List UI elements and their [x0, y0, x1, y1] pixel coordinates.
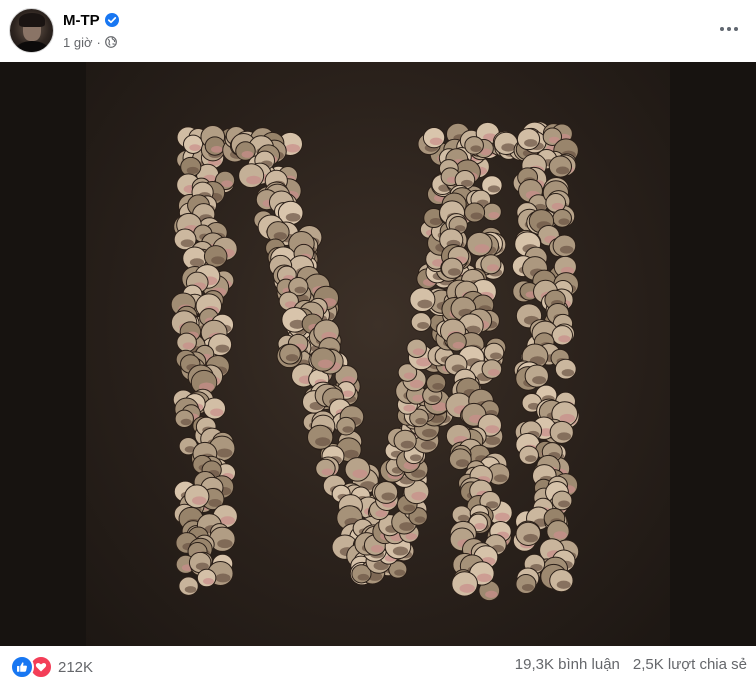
skull-shape — [524, 364, 549, 388]
reaction-count: 212K — [58, 658, 94, 676]
shares-count[interactable]: 2,5K lượt chia sẻ — [633, 656, 747, 673]
skull-shape — [182, 134, 204, 154]
skull-shape — [176, 332, 197, 353]
skull-shape — [466, 231, 493, 257]
skull-shape — [279, 343, 301, 365]
skull-shape — [406, 338, 427, 359]
skull-shape — [374, 481, 399, 504]
post-header: M-TP 1 giờ · — [0, 0, 756, 62]
post-timestamp[interactable]: 1 giờ — [63, 35, 93, 50]
avatar-hair — [19, 13, 45, 27]
skull-shape — [518, 445, 539, 465]
post-meta: 1 giờ · — [63, 33, 117, 51]
letter-m-artwork — [170, 120, 580, 602]
author-name[interactable]: M-TP — [63, 12, 100, 29]
skull-shape — [480, 254, 502, 275]
verified-badge-icon — [104, 13, 119, 27]
skull-shape — [481, 359, 503, 379]
facebook-post: M-TP 1 giờ · 212K 19,3K bình luận 2,5K l… — [0, 0, 756, 686]
skull-shape — [409, 287, 436, 313]
engagement-counts: 19,3K bình luận 2,5K lượt chia sẻ — [515, 656, 747, 673]
skull-shape — [174, 409, 194, 429]
skull-shape — [196, 568, 217, 588]
like-icon — [10, 655, 34, 679]
skull-shape — [451, 571, 478, 597]
skull-shape — [426, 373, 447, 393]
reactions-summary[interactable]: 212K — [10, 655, 93, 679]
skull-shape — [422, 127, 446, 149]
skull-shape — [554, 358, 577, 380]
skull-shape — [482, 202, 502, 222]
globe-icon — [104, 36, 117, 48]
more-horizontal-icon — [720, 27, 738, 31]
skull-shape — [344, 457, 371, 482]
skull-shape — [551, 490, 573, 511]
author-name-row: M-TP — [63, 10, 119, 30]
skull-shape — [515, 521, 541, 546]
post-stats-bar: 212K 19,3K bình luận 2,5K lượt chia sẻ — [0, 646, 756, 686]
meta-separator: · — [96, 34, 101, 50]
skull-shape — [552, 234, 577, 257]
comments-count[interactable]: 19,3K bình luận — [515, 656, 620, 673]
skull-shape — [203, 397, 227, 420]
skull-shape — [552, 208, 572, 228]
skull-shape — [310, 347, 336, 372]
skull-shape — [393, 429, 417, 452]
skull-shape — [180, 156, 202, 177]
skull-shape — [549, 569, 574, 593]
author-avatar[interactable] — [9, 8, 54, 53]
skull-shape — [515, 573, 537, 594]
skull-shape — [464, 202, 486, 223]
avatar-body — [15, 41, 49, 52]
skull-shape — [548, 155, 573, 178]
post-image[interactable] — [0, 62, 756, 646]
skull-shape — [549, 420, 574, 444]
skull-shape — [306, 424, 334, 450]
skull-shape — [464, 136, 484, 155]
skull-shape — [483, 342, 505, 363]
skull-shape — [204, 136, 226, 156]
skull-shape — [336, 416, 356, 436]
skull-shape — [551, 325, 574, 346]
more-options-button[interactable] — [712, 14, 746, 44]
skull-shape — [516, 128, 541, 151]
skull-shape — [178, 576, 199, 596]
skull-shape — [238, 163, 265, 189]
skull-shape — [203, 245, 228, 268]
skull-shape — [410, 312, 432, 332]
skull-shape — [441, 257, 464, 279]
